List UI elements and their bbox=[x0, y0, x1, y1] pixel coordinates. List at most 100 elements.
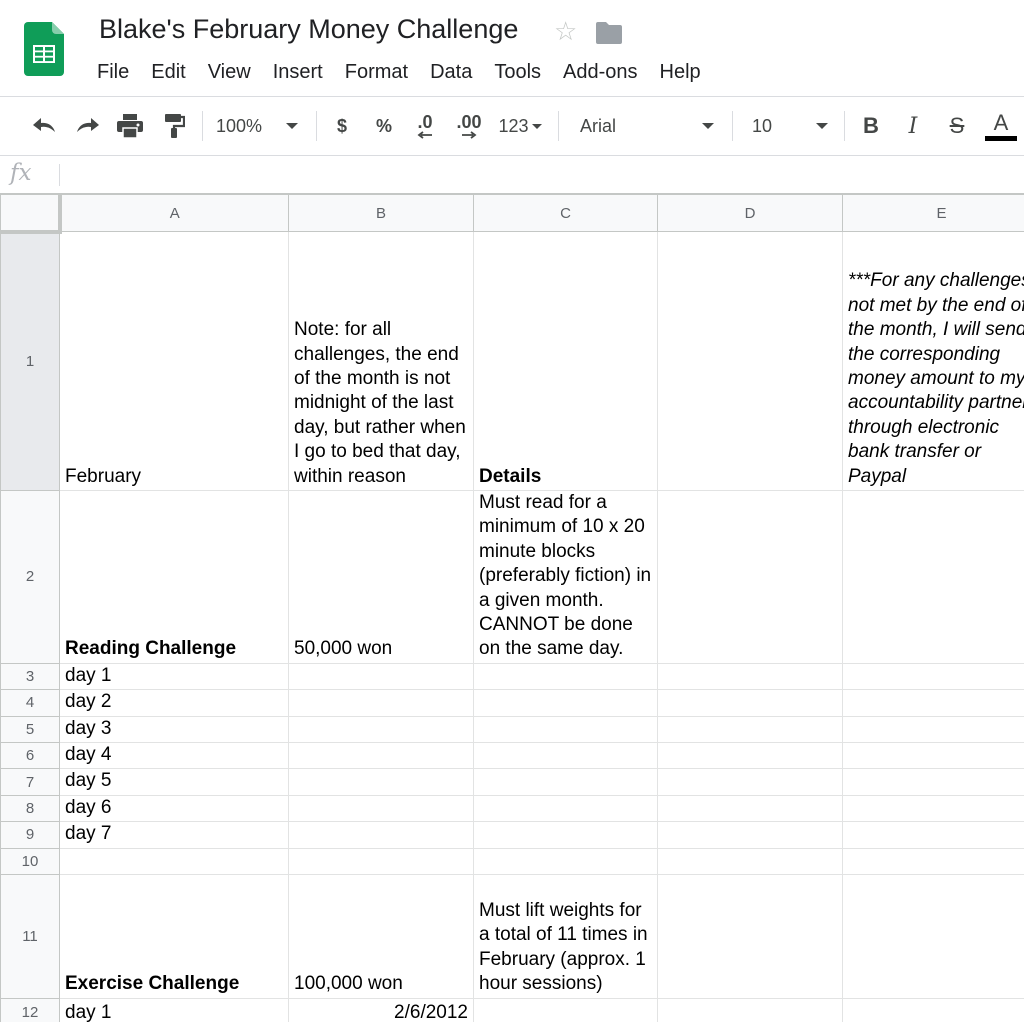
cell-d2[interactable] bbox=[657, 490, 843, 664]
menu-tools[interactable]: Tools bbox=[494, 60, 541, 84]
cell-b9[interactable] bbox=[288, 821, 474, 849]
format-percent-button[interactable]: % bbox=[372, 97, 396, 155]
menu-add-ons[interactable]: Add-ons bbox=[563, 60, 638, 84]
row-header-10[interactable]: 10 bbox=[0, 847, 60, 875]
cell-d6[interactable] bbox=[657, 742, 843, 770]
undo-button[interactable] bbox=[28, 97, 60, 155]
italic-button[interactable]: I bbox=[900, 97, 926, 155]
menu-insert[interactable]: Insert bbox=[273, 60, 323, 84]
column-header-d[interactable]: D bbox=[657, 194, 843, 232]
menu-format[interactable]: Format bbox=[345, 60, 408, 84]
cell-e4[interactable] bbox=[842, 689, 1024, 717]
cell-d12[interactable] bbox=[657, 997, 843, 1022]
font-size-select[interactable]: 10 bbox=[752, 97, 832, 155]
cell-a2[interactable]: Reading Challenge bbox=[59, 490, 289, 664]
cell-c4[interactable] bbox=[473, 689, 658, 717]
cell-e2[interactable] bbox=[842, 490, 1024, 664]
cell-a5[interactable]: day 3 bbox=[59, 715, 289, 744]
cell-d5[interactable] bbox=[657, 715, 843, 744]
menu-edit[interactable]: Edit bbox=[151, 60, 185, 84]
cell-e5[interactable] bbox=[842, 715, 1024, 744]
cell-c3[interactable] bbox=[473, 662, 658, 691]
cell-c1[interactable]: Details bbox=[473, 231, 658, 491]
cell-c5[interactable] bbox=[473, 715, 658, 744]
cell-e3[interactable] bbox=[842, 662, 1024, 691]
cell-e12[interactable] bbox=[842, 997, 1024, 1022]
cell-c2[interactable]: Must read for a minimum of 10 x 20 minut… bbox=[473, 490, 658, 664]
star-icon[interactable]: ☆ bbox=[554, 16, 577, 46]
row-header-8[interactable]: 8 bbox=[0, 794, 60, 823]
cell-c7[interactable] bbox=[473, 768, 658, 796]
cell-b4[interactable] bbox=[288, 689, 474, 717]
format-currency-button[interactable]: $ bbox=[330, 97, 354, 155]
cell-b11[interactable]: 100,000 won bbox=[288, 873, 474, 999]
cell-d4[interactable] bbox=[657, 689, 843, 717]
document-title[interactable]: Blake's February Money Challenge bbox=[99, 14, 518, 45]
cell-a9[interactable]: day 7 bbox=[59, 821, 289, 849]
sheets-logo-icon[interactable] bbox=[24, 22, 64, 76]
cell-d3[interactable] bbox=[657, 662, 843, 691]
cell-e6[interactable] bbox=[842, 742, 1024, 770]
cell-d9[interactable] bbox=[657, 821, 843, 849]
cell-b6[interactable] bbox=[288, 742, 474, 770]
cell-e1[interactable]: ***For any challenges not met by the end… bbox=[842, 231, 1024, 491]
cell-a10[interactable] bbox=[59, 847, 289, 875]
cell-b10[interactable] bbox=[288, 847, 474, 875]
cell-e7[interactable] bbox=[842, 768, 1024, 796]
column-header-e[interactable]: E bbox=[842, 194, 1024, 232]
column-header-a[interactable]: A bbox=[59, 194, 289, 232]
row-header-6[interactable]: 6 bbox=[0, 742, 60, 770]
cell-d7[interactable] bbox=[657, 768, 843, 796]
cell-a3[interactable]: day 1 bbox=[59, 662, 289, 691]
menu-file[interactable]: File bbox=[97, 60, 129, 84]
print-button[interactable] bbox=[114, 97, 146, 155]
cell-d8[interactable] bbox=[657, 794, 843, 823]
cell-b2[interactable]: 50,000 won bbox=[288, 490, 474, 664]
increase-decimal-button[interactable]: .00 bbox=[452, 97, 486, 155]
bold-button[interactable]: B bbox=[858, 97, 884, 155]
cell-e8[interactable] bbox=[842, 794, 1024, 823]
row-header-12[interactable]: 12 bbox=[0, 997, 60, 1022]
paint-format-button[interactable] bbox=[158, 97, 190, 155]
cell-d10[interactable] bbox=[657, 847, 843, 875]
redo-button[interactable] bbox=[72, 97, 104, 155]
cell-b7[interactable] bbox=[288, 768, 474, 796]
cell-a1[interactable]: February bbox=[59, 231, 289, 491]
cell-c9[interactable] bbox=[473, 821, 658, 849]
menu-data[interactable]: Data bbox=[430, 60, 472, 84]
column-header-c[interactable]: C bbox=[473, 194, 658, 232]
cell-e11[interactable] bbox=[842, 873, 1024, 999]
formula-input[interactable] bbox=[68, 162, 1008, 188]
row-header-2[interactable]: 2 bbox=[0, 490, 60, 664]
cell-a7[interactable]: day 5 bbox=[59, 768, 289, 796]
cell-a4[interactable]: day 2 bbox=[59, 689, 289, 717]
zoom-select[interactable]: 100% bbox=[216, 97, 308, 155]
menu-help[interactable]: Help bbox=[660, 60, 701, 84]
row-header-9[interactable]: 9 bbox=[0, 821, 60, 849]
cell-d11[interactable] bbox=[657, 873, 843, 999]
font-family-select[interactable]: Arial bbox=[580, 97, 720, 155]
cell-b8[interactable] bbox=[288, 794, 474, 823]
more-formats-button[interactable]: 123 bbox=[494, 97, 546, 155]
folder-icon[interactable] bbox=[596, 22, 622, 44]
select-all-corner[interactable] bbox=[0, 194, 62, 234]
cell-a11[interactable]: Exercise Challenge bbox=[59, 873, 289, 999]
cell-c12[interactable] bbox=[473, 997, 658, 1022]
text-color-button[interactable]: A bbox=[984, 97, 1018, 155]
cell-b12[interactable]: 2/6/2012 bbox=[288, 997, 474, 1022]
row-header-3[interactable]: 3 bbox=[0, 662, 60, 691]
cell-e9[interactable] bbox=[842, 821, 1024, 849]
cell-b1[interactable]: Note: for all challenges, the end of the… bbox=[288, 231, 474, 491]
column-header-b[interactable]: B bbox=[288, 194, 474, 232]
cell-c8[interactable] bbox=[473, 794, 658, 823]
cell-e10[interactable] bbox=[842, 847, 1024, 875]
cell-a6[interactable]: day 4 bbox=[59, 742, 289, 770]
cell-b3[interactable] bbox=[288, 662, 474, 691]
row-header-4[interactable]: 4 bbox=[0, 689, 60, 717]
strikethrough-button[interactable]: S bbox=[944, 97, 970, 155]
cell-b5[interactable] bbox=[288, 715, 474, 744]
cell-a8[interactable]: day 6 bbox=[59, 794, 289, 823]
row-header-1[interactable]: 1 bbox=[0, 231, 60, 491]
cell-c10[interactable] bbox=[473, 847, 658, 875]
cell-a12[interactable]: day 1 bbox=[59, 997, 289, 1022]
